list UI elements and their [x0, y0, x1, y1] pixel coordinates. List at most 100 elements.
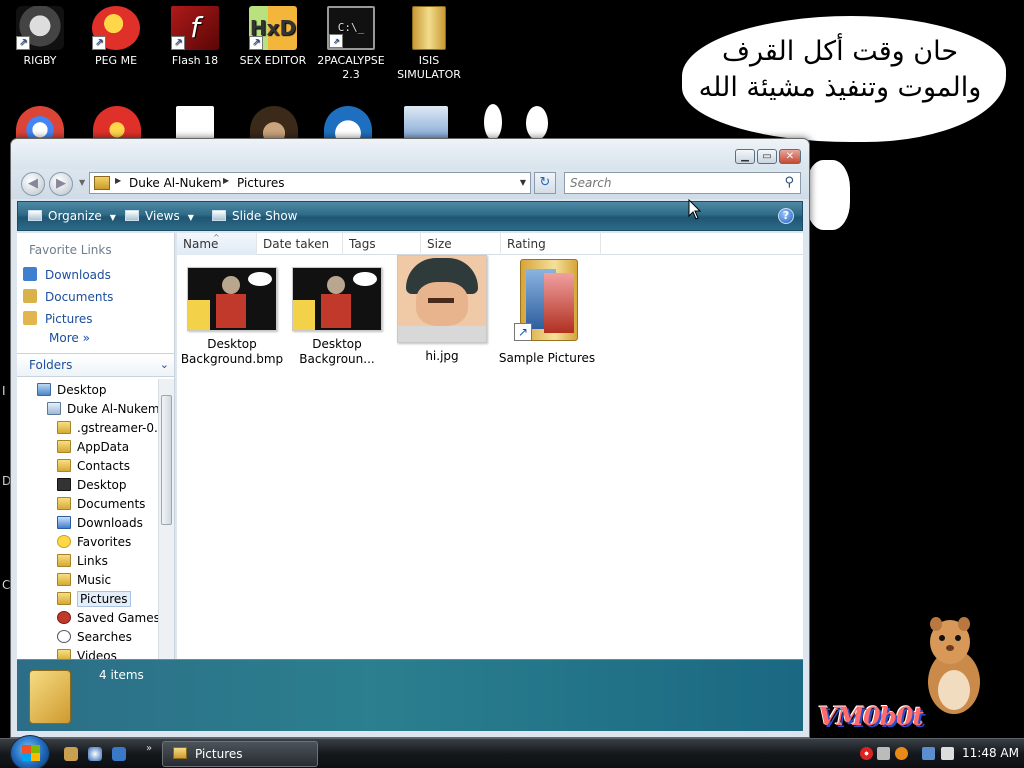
- organize-button[interactable]: Organize ▼: [28, 202, 116, 230]
- column-size[interactable]: Size: [421, 233, 501, 255]
- views-button[interactable]: Views ▼: [125, 202, 194, 230]
- tree-item[interactable]: Music: [57, 571, 111, 590]
- forward-button[interactable]: ▶: [49, 172, 73, 196]
- column-date-taken[interactable]: Date taken: [257, 233, 343, 255]
- flash-file-icon[interactable]: [176, 106, 214, 140]
- bubble-text: حان وقت أكل القرف والموت وتنفيذ مشيئة ال…: [690, 34, 990, 106]
- star-icon: [57, 535, 71, 548]
- title-bar[interactable]: ▁ ▭ ✕: [11, 139, 809, 173]
- tree-item[interactable]: Downloads: [57, 514, 143, 533]
- file-item[interactable]: Desktop Backgroun...: [284, 261, 390, 367]
- column-rating[interactable]: Rating: [501, 233, 601, 255]
- breadcrumb-separator[interactable]: ▶: [115, 176, 121, 185]
- folders-header[interactable]: Folders ⌄: [17, 353, 174, 377]
- downloads-icon: [23, 267, 37, 281]
- peg-me-p-icon[interactable]: [93, 106, 141, 140]
- tree-item[interactable]: Videos: [57, 647, 117, 659]
- breadcrumb-separator[interactable]: ▶: [223, 176, 229, 185]
- chevron-up-icon[interactable]: ⌄: [160, 358, 169, 371]
- chrome-icon[interactable]: [16, 106, 64, 140]
- videos-icon: [57, 649, 71, 659]
- scrollbar-thumb[interactable]: [161, 395, 172, 525]
- help-icon[interactable]: ?: [778, 208, 794, 224]
- desktop-icon-2pacalypse[interactable]: C:\_ ↗ 2PACALYPSE 2.3: [311, 6, 391, 82]
- documents-icon: [23, 289, 37, 303]
- clock[interactable]: 11:48 AM: [962, 746, 1019, 760]
- back-button[interactable]: ◀: [21, 172, 45, 196]
- tree-item[interactable]: Searches: [57, 628, 132, 647]
- minimize-button[interactable]: ▁: [735, 149, 755, 164]
- breadcrumb-user[interactable]: Duke Al-Nukem: [129, 176, 222, 190]
- volume-icon[interactable]: [941, 747, 954, 760]
- search-icon[interactable]: ⚲: [784, 175, 794, 190]
- tree-item[interactable]: AppData: [57, 438, 129, 457]
- column-name[interactable]: ^ Name: [177, 233, 257, 255]
- recent-pages-dropdown[interactable]: ▼: [79, 178, 85, 187]
- file-item[interactable]: hi.jpg: [389, 255, 495, 364]
- tree-item-pictures[interactable]: Pictures: [57, 590, 131, 609]
- organize-label: Organize: [48, 209, 102, 223]
- peg-me-p-icon: ↗: [92, 6, 140, 50]
- start-button[interactable]: [10, 735, 50, 768]
- shortcut-arrow-icon: ↗: [329, 34, 343, 48]
- show-desktop-icon[interactable]: [112, 747, 126, 761]
- desktop-icon-hex-editor[interactable]: HxD ↗ SEX EDITOR: [233, 6, 313, 68]
- desktop-icon-isis-simulator[interactable]: ISIS SIMULATOR: [389, 6, 469, 82]
- ie-icon[interactable]: [88, 747, 102, 761]
- tree-item[interactable]: Documents: [57, 495, 145, 514]
- quicklaunch-icon[interactable]: [64, 747, 78, 761]
- favorite-link-label: Pictures: [45, 312, 93, 326]
- more-link[interactable]: More »: [49, 331, 90, 345]
- flash-icon: f ↗: [171, 6, 219, 50]
- vm0b0t-logo: VM0b0t: [818, 702, 924, 731]
- search-box[interactable]: ⚲: [564, 172, 801, 194]
- favorite-link-documents[interactable]: Documents: [23, 287, 113, 307]
- desktop-icon-flash[interactable]: f ↗ Flash 18: [155, 6, 235, 68]
- window-app-icon[interactable]: [404, 106, 448, 140]
- search-tray-icon[interactable]: [895, 747, 908, 760]
- tree-item[interactable]: Favorites: [57, 533, 131, 552]
- tree-item[interactable]: Saved Games: [57, 609, 160, 628]
- desktop-icon-rigby[interactable]: ↗ RIGBY: [0, 6, 80, 68]
- file-item[interactable]: Desktop Background.bmp: [179, 261, 285, 367]
- breadcrumb-pictures[interactable]: Pictures: [237, 176, 285, 190]
- close-button[interactable]: ✕: [779, 149, 801, 164]
- taskbar-button-pictures[interactable]: Pictures: [162, 741, 318, 767]
- tray-icon[interactable]: [877, 747, 890, 760]
- tree-item[interactable]: Links: [57, 552, 108, 571]
- address-dropdown-button[interactable]: ▼: [520, 178, 526, 187]
- hamster-gadget-icon[interactable]: [918, 612, 988, 718]
- desktop-icon-peg-me[interactable]: ↗ PEG ME: [76, 6, 156, 68]
- command-toolbar: Organize ▼ Views ▼ Slide Show ?: [17, 201, 803, 231]
- folders-scrollbar[interactable]: [158, 379, 174, 659]
- flag-script-shape: [484, 104, 502, 140]
- tree-item-user[interactable]: Duke Al-Nukem: [47, 400, 160, 419]
- file-name-line1: Desktop: [207, 337, 257, 351]
- chevron-down-icon: ▼: [109, 213, 116, 222]
- tree-item[interactable]: Contacts: [57, 457, 130, 476]
- tree-item-desktop[interactable]: Desktop: [37, 381, 107, 400]
- chevron-down-icon: ▼: [187, 213, 194, 222]
- maximize-button[interactable]: ▭: [757, 149, 777, 164]
- shortcut-arrow-icon: ↗: [171, 36, 185, 50]
- quicklaunch-more-icon[interactable]: »: [146, 743, 152, 754]
- desktop-icon-label: RIGBY: [23, 54, 57, 67]
- tree-item[interactable]: .gstreamer-0.10: [57, 419, 173, 438]
- search-input[interactable]: [570, 174, 770, 192]
- file-name-line1: hi.jpg: [425, 349, 459, 363]
- views-label: Views: [145, 209, 180, 223]
- file-item[interactable]: ↗ Sample Pictures: [494, 259, 600, 366]
- column-tags[interactable]: Tags: [343, 233, 421, 255]
- rigby-raccoon-icon: ↗: [16, 6, 64, 50]
- favorite-link-pictures[interactable]: Pictures: [23, 309, 93, 329]
- refresh-button[interactable]: ↻: [534, 172, 556, 194]
- security-alert-icon[interactable]: [860, 747, 873, 760]
- network-icon[interactable]: [922, 747, 935, 760]
- tree-item[interactable]: Desktop: [57, 476, 127, 495]
- favorite-link-downloads[interactable]: Downloads: [23, 265, 111, 285]
- obama-logo-icon[interactable]: [324, 106, 372, 140]
- slideshow-button[interactable]: Slide Show: [212, 202, 297, 230]
- portrait-icon[interactable]: [250, 106, 298, 140]
- address-bar[interactable]: ▶ Duke Al-Nukem ▶ Pictures ▼: [89, 172, 531, 194]
- slideshow-label: Slide Show: [232, 209, 298, 223]
